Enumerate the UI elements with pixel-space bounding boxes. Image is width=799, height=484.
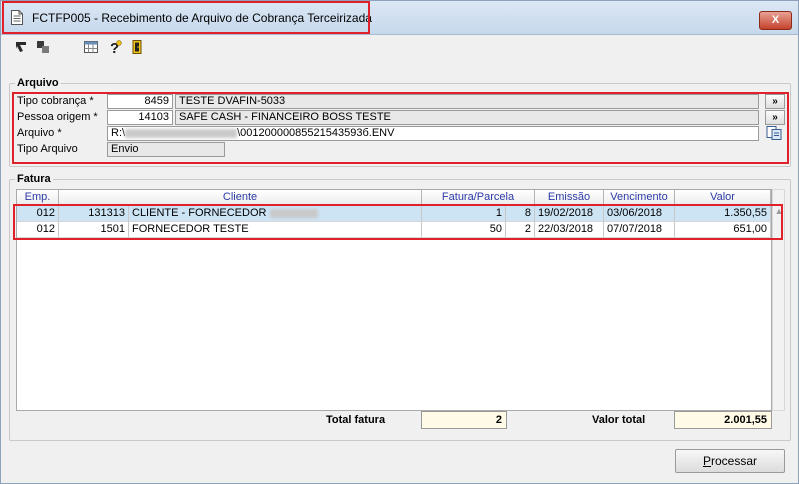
cell-codigo: 1501 — [59, 222, 129, 238]
main-window: FCTFP005 - Recebimento de Arquivo de Cob… — [0, 0, 799, 484]
cell-emp: 012 — [17, 206, 59, 222]
fwd-step-icon[interactable] — [35, 39, 51, 55]
tipo-cobranca-desc: TESTE DVAFIN-5033 — [175, 94, 759, 109]
window-title: FCTFP005 - Recebimento de Arquivo de Cob… — [32, 11, 372, 25]
processar-label: rocessar — [711, 454, 758, 468]
back-arrow-icon[interactable] — [13, 39, 29, 55]
valor-total-value: 2.001,55 — [674, 411, 772, 429]
fatura-grid: Emp. Cliente Fatura/Parcela Emissão Venc… — [16, 189, 772, 411]
total-fatura-value: 2 — [421, 411, 507, 429]
pessoa-origem-label: Pessoa origem * — [17, 111, 98, 123]
total-fatura-label: Total fatura — [326, 414, 386, 426]
cell-valor: 1.350,55 — [675, 206, 771, 222]
title-bar: FCTFP005 - Recebimento de Arquivo de Cob… — [1, 1, 798, 35]
col-header-emp[interactable]: Emp. — [17, 190, 59, 206]
cell-parcela: 2 — [506, 222, 535, 238]
cell-emp: 012 — [17, 222, 59, 238]
cell-fatura: 1 — [422, 206, 506, 222]
cell-cliente: FORNECEDOR TESTE — [129, 222, 422, 238]
valor-total-label: Valor total — [592, 414, 646, 426]
calendar-grid-icon[interactable] — [83, 39, 99, 55]
cliente-name: CLIENTE - FORNECEDOR — [132, 207, 267, 219]
arquivo-path-prefix: R:\ — [111, 127, 126, 139]
close-button[interactable]: X — [759, 11, 792, 30]
document-icon — [11, 10, 23, 25]
redacted-path — [125, 128, 238, 138]
tipo-cobranca-code-input[interactable]: 8459 — [107, 94, 173, 109]
pessoa-origem-lookup-button[interactable]: » — [765, 110, 785, 125]
redacted-name — [269, 208, 318, 218]
table-row[interactable]: 012 1501 FORNECEDOR TESTE 50 2 22/03/201… — [17, 222, 771, 238]
pessoa-origem-desc: SAFE CASH - FINANCEIRO BOSS TESTE — [175, 110, 759, 125]
arquivo-legend: Arquivo — [15, 77, 61, 89]
cell-emissao: 22/03/2018 — [535, 222, 604, 238]
fatura-legend: Fatura — [15, 173, 53, 185]
col-header-fatura-parcela[interactable]: Fatura/Parcela — [422, 190, 535, 206]
table-row[interactable]: 012 131313 CLIENTE - FORNECEDOR 1 8 19/0… — [17, 206, 771, 222]
cell-fatura: 50 — [422, 222, 506, 238]
tipo-cobranca-label: Tipo cobrança * — [17, 95, 94, 107]
pessoa-origem-code-input[interactable]: 14103 — [107, 110, 173, 125]
col-header-cliente[interactable]: Cliente — [59, 190, 422, 206]
cell-emissao: 19/02/2018 — [535, 206, 604, 222]
processar-mnemonic: P — [702, 454, 711, 468]
scroll-up-icon[interactable]: ▲ — [774, 206, 784, 216]
cell-codigo: 131313 — [59, 206, 129, 222]
arquivo-path-input[interactable]: R:\ \00120000085521543593б.ENV — [107, 126, 759, 141]
cell-parcela: 8 — [506, 206, 535, 222]
col-header-vencimento[interactable]: Vencimento — [604, 190, 675, 206]
arquivo-path-suffix: \00120000085521543593б.ENV — [237, 127, 395, 139]
arquivo-label: Arquivo * — [17, 127, 62, 139]
processar-button[interactable]: Processar — [675, 449, 785, 473]
grid-scrollbar[interactable]: ▲ — [772, 189, 785, 411]
cell-vencimento: 03/06/2018 — [604, 206, 675, 222]
tipo-arquivo-label: Tipo Arquivo — [17, 143, 78, 155]
cell-cliente: CLIENTE - FORNECEDOR — [129, 206, 422, 222]
exit-door-icon[interactable] — [129, 39, 145, 55]
col-header-valor[interactable]: Valor — [675, 190, 771, 206]
tipo-arquivo-value: Envio — [107, 142, 225, 157]
cell-vencimento: 07/07/2018 — [604, 222, 675, 238]
help-icon[interactable]: ? — [107, 39, 123, 55]
cell-valor: 651,00 — [675, 222, 771, 238]
col-header-emissao[interactable]: Emissão — [535, 190, 604, 206]
browse-file-icon[interactable] — [765, 125, 785, 141]
tipo-cobranca-lookup-button[interactable]: » — [765, 94, 785, 109]
